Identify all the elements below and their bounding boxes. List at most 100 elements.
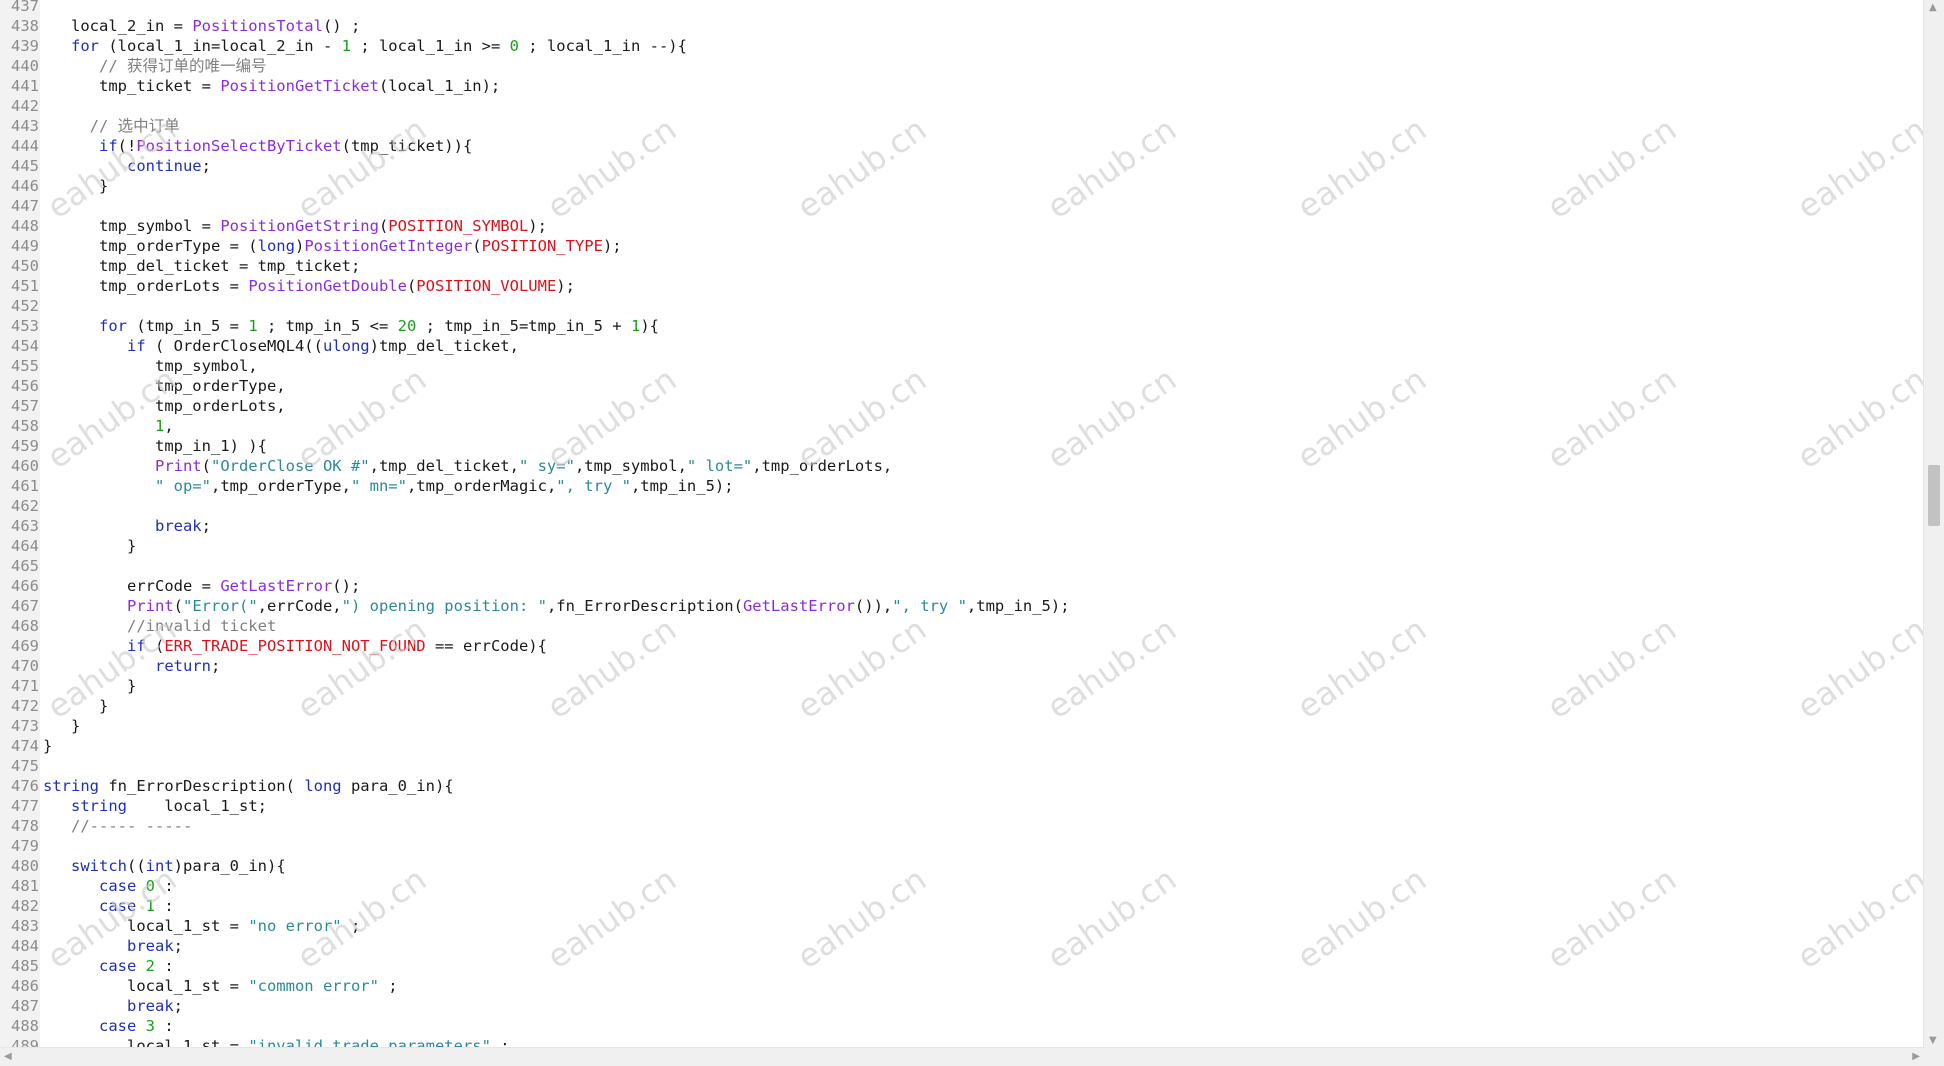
scroll-left-arrow-icon[interactable]: ◀ — [4, 1051, 12, 1062]
scroll-right-arrow-icon[interactable]: ▶ — [1912, 1051, 1920, 1062]
code-text[interactable]: } — [43, 716, 80, 736]
code-line[interactable]: 456 tmp_orderType, — [0, 376, 1924, 396]
code-text[interactable]: local_1_st = "common error" ; — [43, 976, 398, 996]
code-line[interactable]: 450 tmp_del_ticket = tmp_ticket; — [0, 256, 1924, 276]
code-line[interactable]: 480 switch((int)para_0_in){ — [0, 856, 1924, 876]
code-text[interactable]: for (local_1_in=local_2_in - 1 ; local_1… — [43, 36, 687, 56]
code-line[interactable]: 448 tmp_symbol = PositionGetString(POSIT… — [0, 216, 1924, 236]
code-line[interactable]: 445 continue; — [0, 156, 1924, 176]
code-line[interactable]: 472 } — [0, 696, 1924, 716]
code-line[interactable]: 466 errCode = GetLastError(); — [0, 576, 1924, 596]
code-line[interactable]: 464 } — [0, 536, 1924, 556]
code-text[interactable]: if (ERR_TRADE_POSITION_NOT_FOUND == errC… — [43, 636, 547, 656]
code-line[interactable]: 485 case 2 : — [0, 956, 1924, 976]
code-text[interactable]: } — [43, 736, 52, 756]
code-text[interactable]: " op=",tmp_orderType," mn=",tmp_orderMag… — [43, 476, 734, 496]
scroll-down-arrow-icon[interactable]: ▼ — [1929, 1035, 1937, 1046]
code-line[interactable]: 469 if (ERR_TRADE_POSITION_NOT_FOUND == … — [0, 636, 1924, 656]
code-line[interactable]: 486 local_1_st = "common error" ; — [0, 976, 1924, 996]
code-line[interactable]: 460 Print("OrderClose OK #",tmp_del_tick… — [0, 456, 1924, 476]
code-text[interactable]: case 1 : — [43, 896, 174, 916]
code-line[interactable]: 449 tmp_orderType = (long)PositionGetInt… — [0, 236, 1924, 256]
code-text[interactable]: break; — [43, 996, 183, 1016]
code-text[interactable]: break; — [43, 516, 211, 536]
code-line[interactable]: 488 case 3 : — [0, 1016, 1924, 1036]
code-text[interactable]: tmp_del_ticket = tmp_ticket; — [43, 256, 360, 276]
code-editor[interactable]: 437 438 local_2_in = PositionsTotal() ; 43… — [0, 0, 1924, 1048]
code-text[interactable]: tmp_in_1) ){ — [43, 436, 267, 456]
code-line[interactable]: 482 case 1 : — [0, 896, 1924, 916]
code-line[interactable]: 474} — [0, 736, 1924, 756]
code-line[interactable]: 484 break; — [0, 936, 1924, 956]
code-line[interactable]: 440 // 获得订单的唯一编号 — [0, 56, 1924, 76]
code-line[interactable]: 465 — [0, 556, 1924, 576]
code-text[interactable]: tmp_symbol, — [43, 356, 258, 376]
code-line[interactable]: 447 — [0, 196, 1924, 216]
code-line[interactable]: 457 tmp_orderLots, — [0, 396, 1924, 416]
code-text[interactable]: // 获得订单的唯一编号 — [43, 56, 267, 76]
code-text[interactable]: local_1_st = "no error" ; — [43, 916, 360, 936]
code-text[interactable]: return; — [43, 656, 220, 676]
code-line[interactable]: 483 local_1_st = "no error" ; — [0, 916, 1924, 936]
code-line[interactable]: 473 } — [0, 716, 1924, 736]
code-text[interactable]: break; — [43, 936, 183, 956]
code-text[interactable]: case 2 : — [43, 956, 174, 976]
code-line[interactable]: 446 } — [0, 176, 1924, 196]
code-text[interactable]: tmp_orderLots = PositionGetDouble(POSITI… — [43, 276, 575, 296]
code-line[interactable]: 451 tmp_orderLots = PositionGetDouble(PO… — [0, 276, 1924, 296]
code-text[interactable]: Print("OrderClose OK #",tmp_del_ticket,"… — [43, 456, 892, 476]
code-line[interactable]: 475 — [0, 756, 1924, 776]
horizontal-scrollbar[interactable]: ◀ ▶ — [0, 1047, 1924, 1066]
code-line[interactable]: 461 " op=",tmp_orderType," mn=",tmp_orde… — [0, 476, 1924, 496]
code-line[interactable]: 479 — [0, 836, 1924, 856]
code-text[interactable]: errCode = GetLastError(); — [43, 576, 360, 596]
code-text[interactable]: tmp_ticket = PositionGetTicket(local_1_i… — [43, 76, 500, 96]
code-text[interactable]: //invalid ticket — [43, 616, 276, 636]
code-text[interactable]: string local_1_st; — [43, 796, 267, 816]
code-text[interactable]: case 0 : — [43, 876, 174, 896]
vertical-scrollbar[interactable]: ▲ ▼ — [1923, 0, 1944, 1048]
code-line[interactable]: 487 break; — [0, 996, 1924, 1016]
code-line[interactable]: 443 // 选中订单 — [0, 116, 1924, 136]
code-text[interactable]: 1, — [43, 416, 174, 436]
code-text[interactable]: // 选中订单 — [43, 116, 180, 136]
code-line[interactable]: 462 — [0, 496, 1924, 516]
code-line[interactable]: 453 for (tmp_in_5 = 1 ; tmp_in_5 <= 20 ;… — [0, 316, 1924, 336]
code-text[interactable]: continue; — [43, 156, 211, 176]
code-text[interactable]: tmp_orderType, — [43, 376, 286, 396]
code-text[interactable]: string fn_ErrorDescription( long para_0_… — [43, 776, 454, 796]
code-line[interactable]: 478 //----- ----- — [0, 816, 1924, 836]
code-line[interactable]: 439 for (local_1_in=local_2_in - 1 ; loc… — [0, 36, 1924, 56]
code-line[interactable]: 455 tmp_symbol, — [0, 356, 1924, 376]
code-line[interactable]: 441 tmp_ticket = PositionGetTicket(local… — [0, 76, 1924, 96]
scroll-up-arrow-icon[interactable]: ▲ — [1929, 2, 1937, 13]
code-text[interactable]: //----- ----- — [43, 816, 192, 836]
code-text[interactable]: tmp_orderLots, — [43, 396, 286, 416]
code-text[interactable]: local_2_in = PositionsTotal() ; — [43, 16, 360, 36]
code-text[interactable]: for (tmp_in_5 = 1 ; tmp_in_5 <= 20 ; tmp… — [43, 316, 659, 336]
code-line[interactable]: 468 //invalid ticket — [0, 616, 1924, 636]
code-line[interactable]: 463 break; — [0, 516, 1924, 536]
code-line[interactable]: 452 — [0, 296, 1924, 316]
code-line[interactable]: 437 — [0, 0, 1924, 16]
code-line[interactable]: 470 return; — [0, 656, 1924, 676]
code-text[interactable]: } — [43, 176, 108, 196]
code-text[interactable]: } — [43, 536, 136, 556]
code-line[interactable]: 471 } — [0, 676, 1924, 696]
code-line[interactable]: 442 — [0, 96, 1924, 116]
code-text[interactable]: Print("Error(",errCode,") opening positi… — [43, 596, 1070, 616]
code-line[interactable]: 477 string local_1_st; — [0, 796, 1924, 816]
code-line[interactable]: 438 local_2_in = PositionsTotal() ; — [0, 16, 1924, 36]
code-text[interactable]: } — [43, 696, 108, 716]
code-text[interactable]: tmp_symbol = PositionGetString(POSITION_… — [43, 216, 547, 236]
code-text[interactable]: if(!PositionSelectByTicket(tmp_ticket)){ — [43, 136, 472, 156]
code-text[interactable]: case 3 : — [43, 1016, 174, 1036]
code-line[interactable]: 467 Print("Error(",errCode,") opening po… — [0, 596, 1924, 616]
code-text[interactable]: tmp_orderType = (long)PositionGetInteger… — [43, 236, 622, 256]
code-text[interactable]: } — [43, 676, 136, 696]
code-text[interactable]: if ( OrderCloseMQL4((ulong)tmp_del_ticke… — [43, 336, 519, 356]
code-line[interactable]: 481 case 0 : — [0, 876, 1924, 896]
code-line[interactable]: 444 if(!PositionSelectByTicket(tmp_ticke… — [0, 136, 1924, 156]
code-line[interactable]: 458 1, — [0, 416, 1924, 436]
code-line[interactable]: 459 tmp_in_1) ){ — [0, 436, 1924, 456]
